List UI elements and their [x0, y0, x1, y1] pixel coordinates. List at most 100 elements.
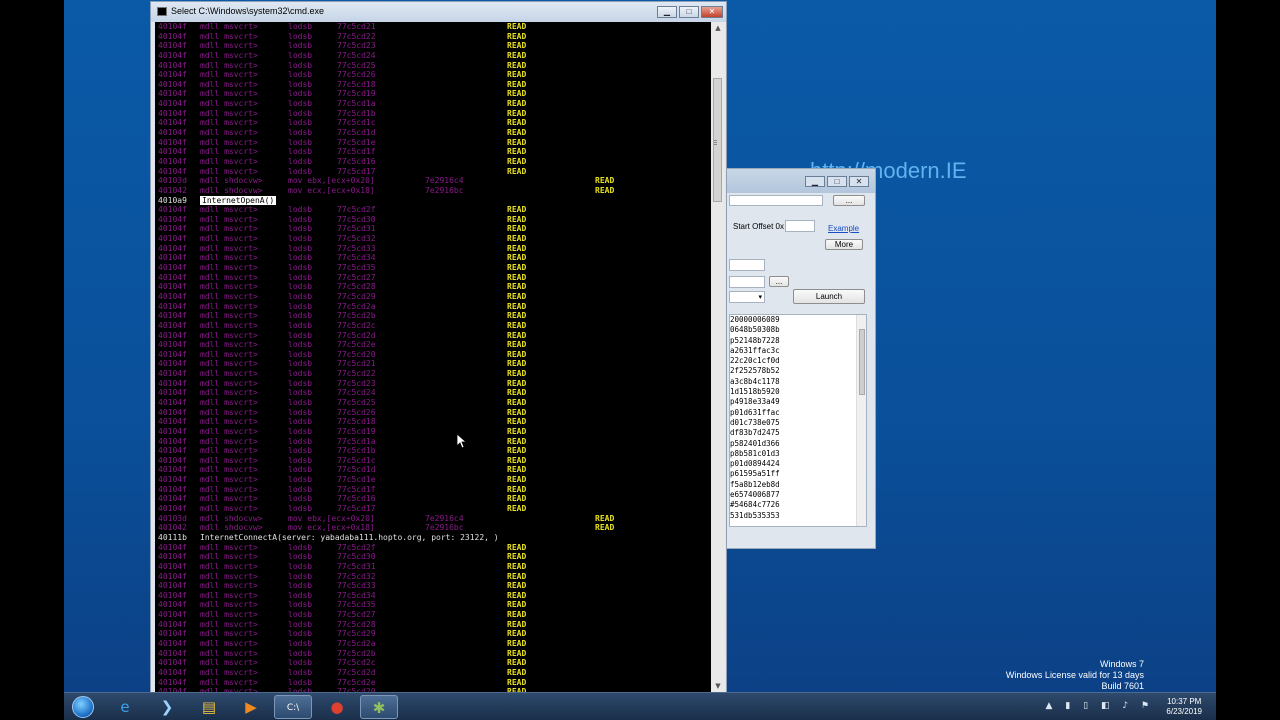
- hex-list-item[interactable]: df83b7d2475: [730, 428, 866, 438]
- clock[interactable]: 10:37 PM 6/23/2019: [1166, 697, 1202, 717]
- line-instruction: lodsb: [288, 224, 313, 234]
- taskbar-powershell-icon[interactable]: ❯: [148, 695, 186, 719]
- line-access: READ: [507, 426, 527, 436]
- tool-browse-button[interactable]: ...: [833, 195, 865, 206]
- hex-list-item[interactable]: e6574006877: [730, 490, 866, 500]
- taskbar-app-icon[interactable]: ✱: [360, 695, 398, 719]
- line-value: 77c5cd30: [337, 552, 376, 562]
- console-line: 40104f mdll msvcrt> lodsb 77c5cd16 READ: [155, 157, 711, 167]
- tool-minimize-button[interactable]: ▁: [805, 176, 825, 187]
- tool-dropdown[interactable]: ▾: [729, 291, 765, 303]
- line-value: 77c5cd22: [337, 369, 376, 379]
- taskbar-explorer-icon[interactable]: ▤: [190, 695, 228, 719]
- line-value: 77c5cd19: [337, 426, 376, 436]
- hex-list-item[interactable]: 20000006089: [730, 315, 866, 325]
- line-address: 40104f: [158, 291, 187, 301]
- cmd-minimize-button[interactable]: ▁: [657, 6, 677, 18]
- line-value: 7e2916bc: [425, 185, 464, 195]
- taskbar-cmd-icon[interactable]: C:\: [274, 695, 312, 719]
- hex-list-item[interactable]: a2631ffac3c: [730, 346, 866, 356]
- line-access: READ: [507, 475, 527, 485]
- line-access: READ: [507, 417, 527, 427]
- line-value: 77c5cd1a: [337, 99, 376, 109]
- line-address: 40104f: [158, 243, 187, 253]
- scroll-grip-icon: [714, 140, 717, 141]
- cmd-maximize-button[interactable]: □: [679, 6, 699, 18]
- line-value: 77c5cd2c: [337, 658, 376, 668]
- scroll-up-icon[interactable]: ▲: [711, 22, 725, 34]
- background-tool-window[interactable]: ▁ □ ✕ ... Start Offset 0x Example More .…: [720, 168, 876, 549]
- example-link[interactable]: Example: [828, 224, 859, 233]
- line-access: READ: [507, 147, 527, 157]
- hex-list-item[interactable]: 1d1518b5920: [730, 387, 866, 397]
- line-access: READ: [507, 99, 527, 109]
- hex-list-item[interactable]: p8b581c01d3: [730, 449, 866, 459]
- line-access: READ: [507, 542, 527, 552]
- cmd-titlebar[interactable]: Select C:\Windows\system32\cmd.exe ▁ □ ✕: [151, 2, 726, 22]
- line-value: 77c5cd2b: [337, 648, 376, 658]
- start-offset-input[interactable]: [785, 220, 815, 232]
- scroll-down-icon[interactable]: ▼: [711, 680, 725, 692]
- line-module: mdll msvcrt>: [200, 224, 258, 234]
- line-instruction: lodsb: [288, 282, 313, 292]
- tray-icons[interactable]: ▲ ▮ ▯ ◧ ♪ ⚑: [1046, 701, 1154, 711]
- hex-list-item[interactable]: 531db535353: [730, 511, 866, 521]
- line-address: 40104f: [158, 542, 187, 552]
- taskbar-media-player-icon[interactable]: ▶: [232, 695, 270, 719]
- hex-list-item[interactable]: p582401d366: [730, 439, 866, 449]
- line-instruction: lodsb: [288, 253, 313, 263]
- line-access: READ: [595, 523, 615, 533]
- hex-list[interactable]: 20000006089 0648b50308b p52148b7228 a2631ff…: [729, 314, 867, 527]
- hex-list-item[interactable]: 2f252578b52: [730, 366, 866, 376]
- hex-list-item[interactable]: p4918e33a49: [730, 397, 866, 407]
- line-address: 40104f: [158, 436, 187, 446]
- tool-close-button[interactable]: ✕: [849, 176, 869, 187]
- console-scrollbar[interactable]: ▲ ▼: [711, 22, 725, 692]
- line-address: 40104f: [158, 417, 187, 427]
- console-output[interactable]: 40104f mdll msvcrt> lodsb 77c5cd21 READ 40104…: [155, 22, 711, 692]
- console-line: 40104f mdll msvcrt> lodsb 77c5cd24 READ: [155, 51, 711, 61]
- console-line: 40104f mdll msvcrt> lodsb 77c5cd30 READ: [155, 215, 711, 225]
- line-address: 401042: [158, 185, 187, 195]
- api-call-text: InternetConnectA(server: yabadaba111.hop…: [200, 532, 499, 542]
- cmd-window-title: Select C:\Windows\system32\cmd.exe: [171, 6, 325, 16]
- console-line: 40104f mdll msvcrt> lodsb 77c5cd2d READ: [155, 668, 711, 678]
- hex-list-scroll-thumb[interactable]: [859, 329, 865, 395]
- tool-maximize-button[interactable]: □: [827, 176, 847, 187]
- tool-field-b[interactable]: [729, 276, 765, 288]
- line-access: READ: [507, 272, 527, 282]
- line-access: READ: [507, 330, 527, 340]
- line-access: READ: [507, 22, 527, 31]
- cmd-close-button[interactable]: ✕: [701, 6, 723, 18]
- taskbar-chrome-icon[interactable]: ●: [318, 695, 356, 719]
- tool-browse2-button[interactable]: ...: [769, 276, 789, 287]
- hex-list-item[interactable]: f5a8b12eb8d: [730, 480, 866, 490]
- hex-list-item[interactable]: p01d0894424: [730, 459, 866, 469]
- line-address: 40104f: [158, 282, 187, 292]
- hex-list-item[interactable]: p61595a51ff: [730, 469, 866, 479]
- hex-list-item[interactable]: a3c8b4c1178: [730, 377, 866, 387]
- console-line: 40104f mdll msvcrt> lodsb 77c5cd1d READ: [155, 465, 711, 475]
- line-value: 77c5cd1c: [337, 118, 376, 128]
- line-value: 77c5cd1f: [337, 147, 376, 157]
- console-line: 40104f mdll msvcrt> lodsb 77c5cd26 READ: [155, 408, 711, 418]
- start-button[interactable]: [72, 696, 94, 718]
- line-address: 40104f: [158, 561, 187, 571]
- launch-button[interactable]: Launch: [793, 289, 865, 304]
- line-address: 40104f: [158, 455, 187, 465]
- hex-list-item[interactable]: 22c20c1cf0d: [730, 356, 866, 366]
- tool-field-a[interactable]: [729, 259, 765, 271]
- line-module: mdll msvcrt>: [200, 137, 258, 147]
- hex-list-scrollbar[interactable]: [856, 315, 866, 526]
- hex-list-item[interactable]: #54684c7726: [730, 500, 866, 510]
- cmd-window[interactable]: Select C:\Windows\system32\cmd.exe ▁ □ ✕…: [150, 1, 727, 693]
- line-access: READ: [595, 176, 615, 186]
- hex-list-item[interactable]: d01c738e075: [730, 418, 866, 428]
- hex-list-item[interactable]: p01d631ffac: [730, 408, 866, 418]
- hex-list-item[interactable]: p52148b7228: [730, 336, 866, 346]
- hex-list-item[interactable]: 0648b50308b: [730, 325, 866, 335]
- console-line: 40104f mdll msvcrt> lodsb 77c5cd2b READ: [155, 311, 711, 321]
- tool-file-input[interactable]: [729, 195, 823, 206]
- taskbar-ie-icon[interactable]: e: [106, 695, 144, 719]
- more-button[interactable]: More: [825, 239, 863, 250]
